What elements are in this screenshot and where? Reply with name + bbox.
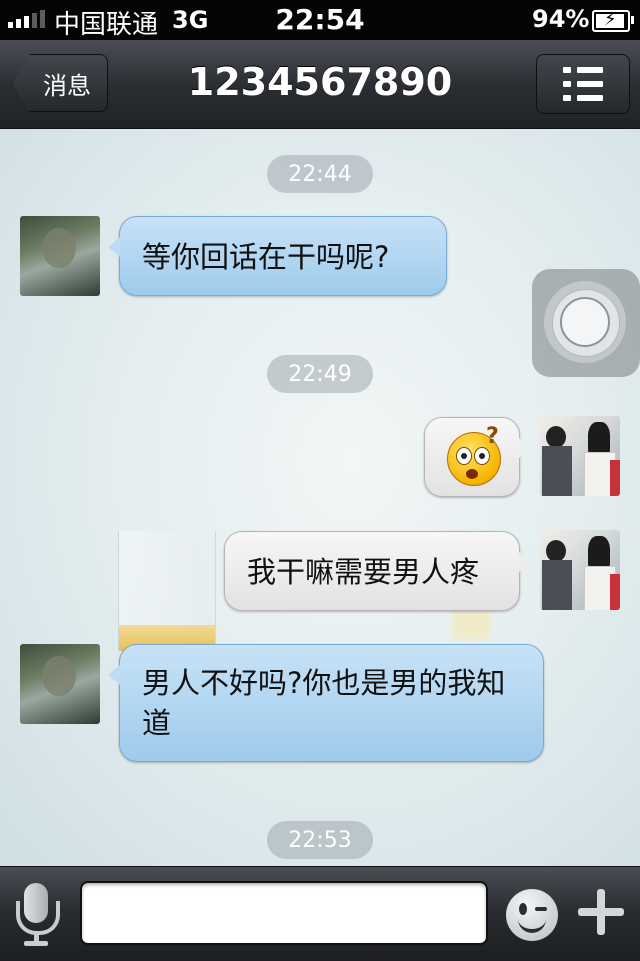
status-bar: 中国联通 3G 22:54 94% ⚡ [0, 0, 640, 40]
contact-menu-button[interactable] [536, 54, 630, 114]
surprised-question-emoji-icon: ? [447, 424, 501, 486]
battery-charging-icon: ⚡ [592, 9, 634, 32]
outgoing-message-bubble[interactable]: 我干嘛需要男人疼 [224, 531, 531, 611]
message-text: 我干嘛需要男人疼 [247, 555, 480, 589]
outgoing-emoji-bubble[interactable]: ? [424, 417, 531, 497]
timestamp: 22:53 [267, 821, 373, 859]
smiley-wink-icon[interactable] [506, 889, 558, 941]
message-text: 男人不好吗?你也是男的我知道 [142, 666, 506, 740]
battery-percent: 94% [532, 5, 590, 33]
input-bar [0, 866, 640, 961]
message-text: 等你回话在干吗呢? [142, 240, 390, 274]
plus-icon[interactable] [578, 889, 624, 935]
message-input[interactable] [82, 883, 486, 943]
incoming-message-bubble[interactable]: 男人不好吗?你也是男的我知道 [108, 644, 544, 762]
contact-avatar[interactable] [20, 644, 100, 724]
background-glass-image [118, 531, 216, 651]
timestamp: 22:44 [267, 155, 373, 193]
microphone-icon[interactable] [14, 883, 62, 947]
assistive-touch-button[interactable] [532, 269, 640, 377]
my-avatar[interactable] [540, 416, 620, 496]
incoming-message-bubble[interactable]: 等你回话在干吗呢? [108, 216, 447, 296]
navigation-bar: 消息 1234567890 [0, 40, 640, 129]
contact-avatar[interactable] [20, 216, 100, 296]
chat-area[interactable]: 22:44 等你回话在干吗呢? 22:49 ? 我干嘛需要男人疼 男人不好吗?你… [0, 129, 640, 866]
timestamp: 22:49 [267, 355, 373, 393]
my-avatar[interactable] [540, 530, 620, 610]
message-input-box[interactable] [80, 881, 488, 945]
